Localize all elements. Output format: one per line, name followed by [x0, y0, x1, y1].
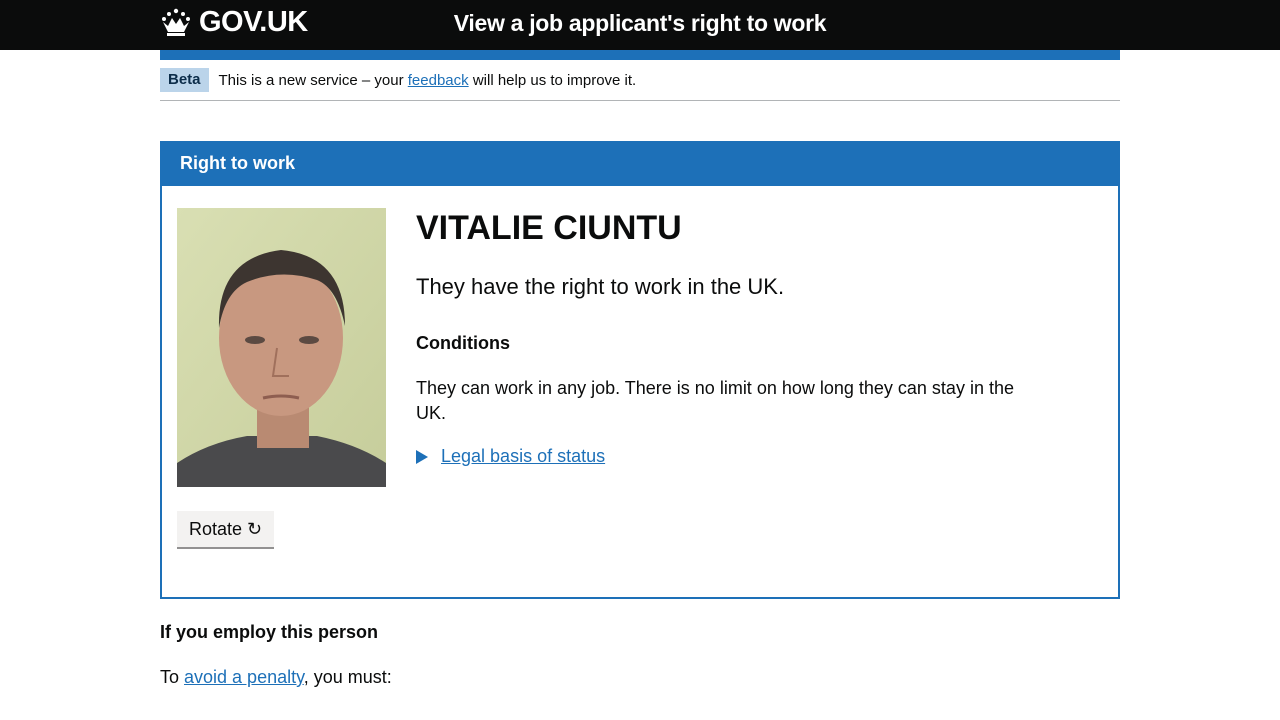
conditions-text: They can work in any job. There is no li… [416, 378, 1014, 423]
phase-banner-text: This is a new service – your feedback wi… [219, 72, 637, 89]
panel-heading: Right to work [160, 141, 1120, 186]
expand-triangle-icon[interactable] [416, 449, 428, 464]
feedback-link[interactable]: feedback [408, 72, 469, 89]
applicant-photo [177, 208, 386, 487]
main-content: Right to work Rotate ↻ VITALIE CIUNTU Th… [160, 141, 1120, 688]
phase-text-before: This is a new service – your [218, 71, 408, 89]
phase-tag: Beta [160, 68, 209, 92]
applicant-name: VITALIE CIUNTU [416, 209, 682, 247]
right-to-work-status: They have the right to work in the UK. [416, 274, 785, 299]
header-blue-stripe [160, 50, 1120, 60]
rotate-photo-button[interactable]: Rotate ↻ [177, 511, 275, 547]
legal-basis-link[interactable]: Legal basis of status [441, 446, 605, 467]
applicant-portrait-image [177, 208, 386, 487]
right-to-work-panel: Right to work Rotate ↻ VITALIE CIUNTU Th… [160, 141, 1120, 599]
govuk-header: GOV.UK View a job applicant's right to w… [0, 0, 1280, 50]
phase-banner: Beta This is a new service – your feedba… [160, 60, 1120, 101]
employ-heading: If you employ this person [160, 622, 379, 642]
conditions-heading: Conditions [416, 333, 510, 353]
phase-text-after: will help us to improve it. [468, 71, 637, 89]
employ-text-before: To [160, 667, 185, 687]
avoid-penalty-link[interactable]: avoid a penalty [184, 667, 304, 687]
service-name[interactable]: View a job applicant's right to work [160, 10, 1120, 37]
applicant-details: VITALIE CIUNTU They have the right to wo… [416, 208, 1036, 467]
employ-text-after: , you must: [303, 667, 392, 687]
legal-basis-details[interactable]: Legal basis of status [416, 446, 1036, 467]
employ-text: To avoid a penalty, you must: [160, 667, 1120, 688]
